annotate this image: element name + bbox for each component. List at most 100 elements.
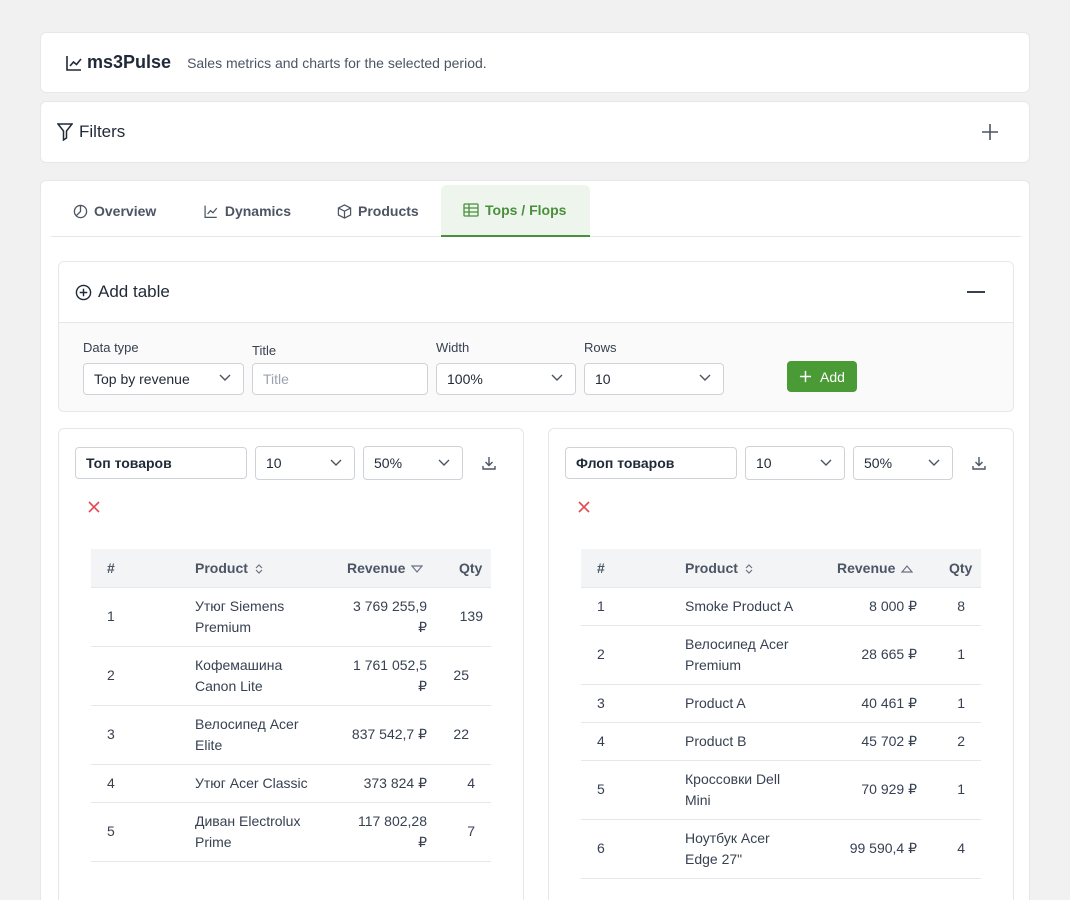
tab-label: Tops / Flops (485, 202, 567, 218)
cell-product: Product A (669, 684, 821, 723)
table-row: 4 Product B 45 702 ₽2 (581, 722, 981, 761)
data-table: # Product Revenue Qty 1 Утюг Siemens Prem… (91, 549, 491, 862)
col-label: Revenue (837, 559, 896, 576)
cell-qty: 8 (933, 587, 981, 626)
cell-product: Product B (669, 722, 821, 761)
filters-label: Filters (79, 122, 126, 141)
chevron-down-icon (699, 374, 711, 381)
cell-product: Велосипед Acer Elite (179, 705, 331, 765)
download-icon[interactable] (481, 455, 497, 471)
plus-circle-icon (75, 284, 92, 300)
chevron-down-icon (820, 459, 832, 466)
col-header-index: # (91, 549, 179, 588)
tab-products[interactable]: Products (315, 185, 441, 237)
cell-qty: 7 (443, 802, 491, 862)
filters-toggle[interactable]: Filters (57, 122, 125, 142)
cell-revenue: 1 761 052,5 ₽ (331, 646, 443, 706)
width-select[interactable]: 100% (436, 363, 576, 395)
col-header-qty[interactable]: Qty (933, 549, 981, 588)
tab-overview[interactable]: Overview (51, 185, 179, 237)
cell-index: 2 (91, 646, 179, 706)
pie-chart-icon (73, 204, 88, 218)
table-row: 1 Smoke Product A8 000 ₽8 (581, 587, 981, 626)
app-name: ms3Pulse (87, 52, 172, 72)
plus-icon (799, 370, 812, 383)
table-width-select[interactable]: 50% (853, 446, 953, 480)
col-label: Product (195, 559, 248, 576)
table-icon (463, 203, 479, 217)
cell-qty: 1 (933, 760, 981, 820)
cell-index: 3 (581, 684, 669, 723)
col-header-index: # (581, 549, 669, 588)
cell-index: 4 (581, 722, 669, 761)
cell-revenue: 837 542,7 ₽ (331, 705, 443, 765)
table-title-input[interactable]: Флоп товаров (565, 447, 737, 479)
sort-icon (745, 564, 753, 574)
collapse-icon[interactable] (967, 291, 985, 293)
cell-index: 3 (91, 705, 179, 765)
col-header-product[interactable]: Product (669, 549, 821, 588)
col-header-product[interactable]: Product (179, 549, 331, 588)
remove-table-icon[interactable] (87, 500, 101, 514)
col-header-revenue[interactable]: Revenue (821, 549, 933, 588)
header-card: ms3Pulse Sales metrics and charts for th… (40, 32, 1030, 93)
table-width-value: 50% (864, 455, 893, 471)
sort-icon (255, 564, 263, 574)
rows-value: 10 (595, 371, 611, 387)
download-icon[interactable] (971, 455, 987, 471)
table-row: 3 Велосипед Acer Elite 837 542,7 ₽22 (91, 705, 491, 765)
table-rows-select[interactable]: 10 (745, 446, 845, 480)
add-button-label: Add (820, 368, 845, 385)
cell-qty: 25 (443, 646, 491, 706)
cell-product: Велосипед Acer Premium (669, 625, 821, 685)
cell-product: Утюг Siemens Premium (179, 587, 331, 647)
col-header-revenue[interactable]: Revenue (331, 549, 443, 588)
plus-icon[interactable] (979, 121, 1001, 143)
remove-table-icon[interactable] (577, 500, 591, 514)
cell-revenue: 373 824 ₽ (331, 764, 443, 803)
table-rows-value: 10 (756, 455, 772, 471)
cell-qty: 1 (933, 684, 981, 723)
add-table-panel: Add table Data type Top by revenue Title… (58, 261, 1014, 412)
title-input[interactable]: Title (252, 363, 428, 395)
brand: ms3Pulse (65, 52, 171, 73)
chevron-down-icon (551, 374, 563, 381)
data-type-select[interactable]: Top by revenue (83, 363, 244, 395)
table-width-value: 50% (374, 455, 403, 471)
cell-revenue: 8 000 ₽ (821, 587, 933, 626)
cell-index: 6 (581, 819, 669, 879)
table-width-select[interactable]: 50% (363, 446, 463, 480)
table-row: 2 Кофемашина Canon Lite 1 761 052,5 ₽25 (91, 646, 491, 706)
sort-desc-icon (411, 565, 424, 573)
width-value: 100% (447, 371, 483, 387)
tab-dynamics[interactable]: Dynamics (181, 185, 313, 237)
add-table-header[interactable]: Add table (59, 262, 1013, 323)
table-row: 1 Утюг Siemens Premium 3 769 255,9 ₽139 (91, 587, 491, 647)
cell-product: Диван Electrolux Prime (179, 802, 331, 862)
main-card: Overview Dynamics Products Tops / Flops … (40, 180, 1030, 900)
cell-revenue: 70 929 ₽ (821, 760, 933, 820)
col-label: Product (685, 559, 738, 576)
data-table: # Product Revenue Qty 1 Smoke Product A8 … (581, 549, 981, 879)
cell-qty: 4 (933, 819, 981, 879)
rows-select[interactable]: 10 (584, 363, 724, 395)
chevron-down-icon (928, 459, 940, 466)
table-title-input[interactable]: Топ товаров (75, 447, 247, 479)
table-row: 6 Ноутбук Acer Edge 27" 99 590,4 ₽4 (581, 819, 981, 879)
col-header-qty[interactable]: Qty (443, 549, 491, 588)
cell-revenue: 117 802,28 ₽ (331, 802, 443, 862)
cell-index: 1 (91, 587, 179, 647)
title-label: Title (252, 343, 277, 358)
table-card-top: Топ товаров 10 50% # Product Revenue Qty… (58, 428, 524, 900)
tab-tops-flops[interactable]: Tops / Flops (441, 185, 590, 237)
add-button[interactable]: Add (787, 361, 857, 392)
cell-revenue: 99 590,4 ₽ (821, 819, 933, 879)
cell-revenue: 40 461 ₽ (821, 684, 933, 723)
cell-product: Утюг Acer Classic (179, 764, 331, 803)
width-label: Width (436, 340, 470, 355)
table-rows-select[interactable]: 10 (255, 446, 355, 480)
filters-card[interactable]: Filters (40, 101, 1030, 163)
cell-revenue: 3 769 255,9 ₽ (331, 587, 443, 647)
cell-qty: 22 (443, 705, 491, 765)
box-icon (337, 203, 352, 219)
